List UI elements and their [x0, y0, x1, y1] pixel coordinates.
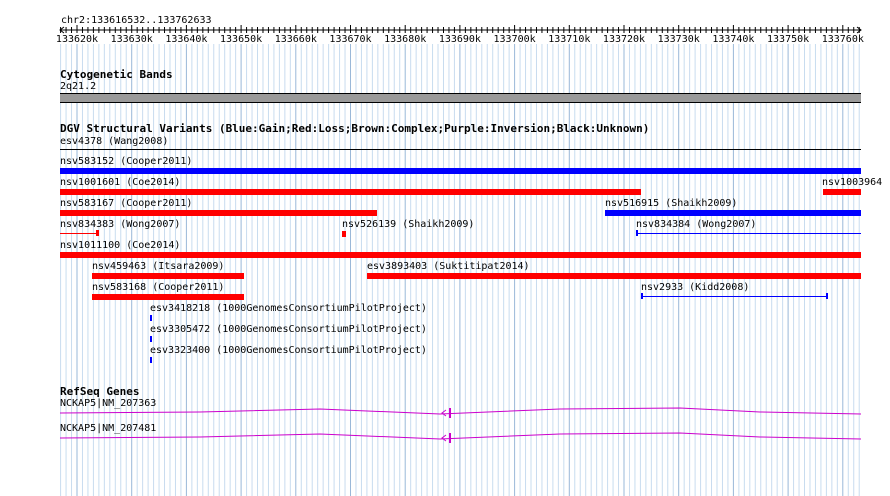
- gene-model-nm-207481[interactable]: [0, 0, 890, 496]
